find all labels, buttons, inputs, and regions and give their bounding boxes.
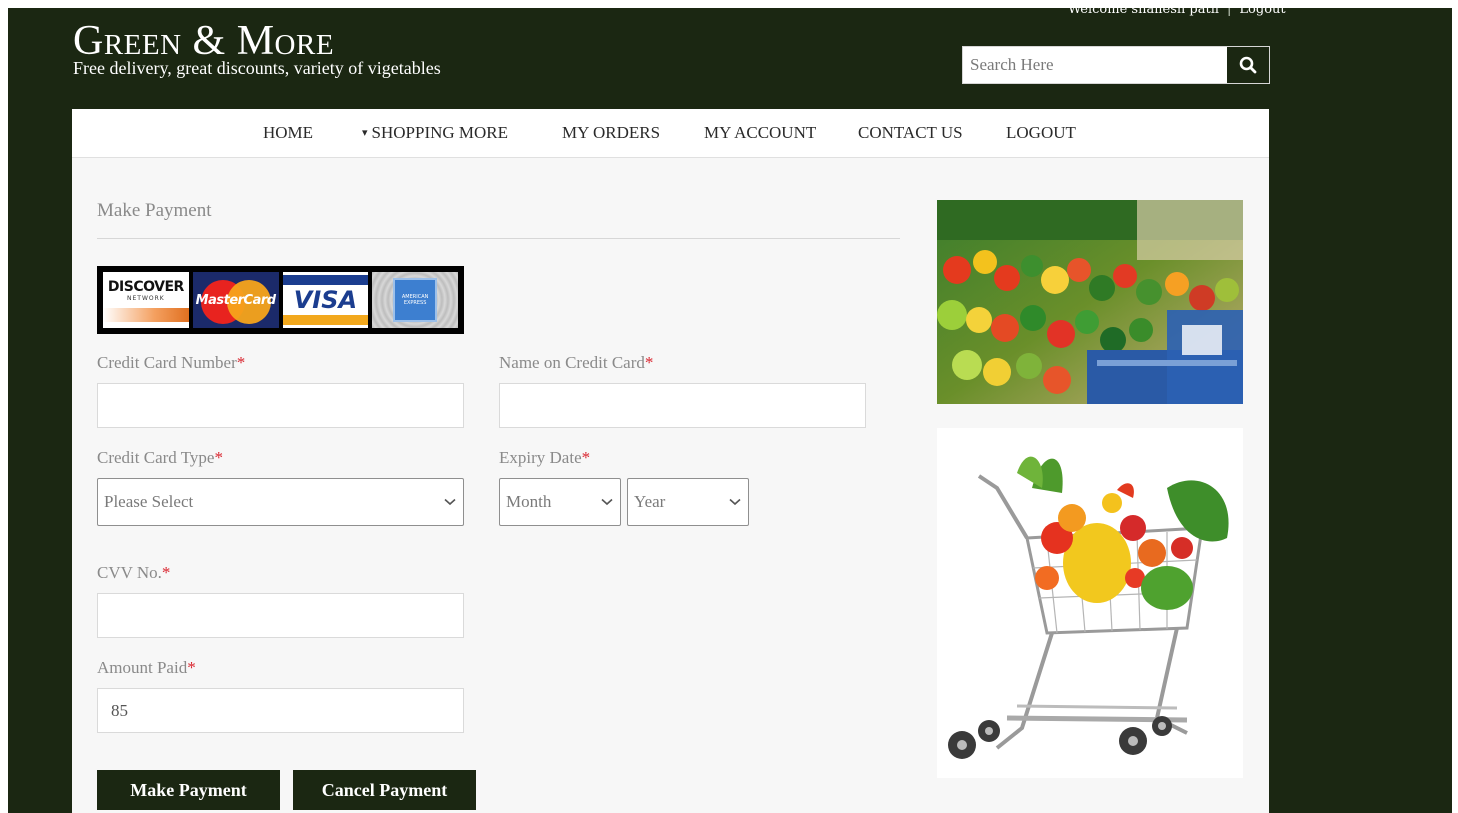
card-type-select-value: Please Select: [104, 492, 194, 511]
discover-network-text: NETWORK: [127, 294, 165, 302]
accepted-cards-logo: DISCOVER NETWORK MasterCard VISA AMERICA…: [97, 266, 464, 334]
required-marker: *: [187, 658, 196, 677]
amount-paid-input[interactable]: [97, 688, 464, 733]
nav-my-orders[interactable]: MY ORDERS: [562, 123, 660, 143]
card-type-label-text: Credit Card Type: [97, 448, 215, 467]
amount-paid-label-text: Amount Paid: [97, 658, 188, 677]
nav-home[interactable]: HOME: [263, 123, 313, 143]
required-marker: *: [236, 353, 246, 372]
mastercard-logo: MasterCard: [192, 272, 279, 328]
visa-logo-text: VISA: [293, 286, 358, 314]
required-marker: *: [214, 448, 223, 467]
nav-shopping-more[interactable]: ▾ SHOPPING MORE: [362, 123, 508, 143]
header-logout-link[interactable]: Logout: [1239, 8, 1285, 17]
amex-logo: AMERICAN EXPRESS: [372, 272, 458, 328]
dropdown-caret-icon: ▾: [362, 127, 368, 139]
cvv-label: CVV No.*: [97, 563, 170, 583]
payment-content: Make Payment DISCOVER NETWORK MasterCard…: [72, 158, 1269, 813]
required-marker: *: [581, 448, 591, 467]
site-logo[interactable]: Green & More: [73, 20, 334, 62]
search-input[interactable]: [963, 47, 1227, 83]
page-frame: Welcome shailesh patil | Logout Green & Mo…: [8, 8, 1452, 813]
welcome-text: Welcome shailesh patil: [1068, 8, 1220, 17]
nav-my-account[interactable]: MY ACCOUNT: [704, 123, 816, 143]
title-divider: [97, 238, 900, 239]
discover-logo: DISCOVER NETWORK: [103, 272, 189, 328]
main-nav: HOME ▾ SHOPPING MORE MY ORDERS MY ACCOUNT…: [72, 109, 1269, 158]
expiry-year-value: Year: [634, 492, 666, 511]
amount-paid-label: Amount Paid*: [97, 658, 196, 678]
card-number-label: Credit Card Number*: [97, 353, 245, 373]
expiry-year-select[interactable]: Year: [627, 478, 749, 526]
visa-top-band: [282, 275, 369, 285]
search-box: [962, 46, 1270, 84]
expiry-date-label-text: Expiry Date: [499, 448, 582, 467]
card-type-label: Credit Card Type*: [97, 448, 223, 468]
welcome-bar: Welcome shailesh patil | Logout: [1068, 8, 1286, 17]
required-marker: *: [644, 353, 654, 372]
name-on-card-input[interactable]: [499, 383, 866, 428]
cvv-input[interactable]: [97, 593, 464, 638]
grocery-cart-image: [937, 428, 1243, 778]
name-on-card-label: Name on Credit Card*: [499, 353, 653, 373]
nav-shopping-more-label: SHOPPING MORE: [371, 123, 509, 142]
card-type-select[interactable]: Please Select: [97, 478, 464, 526]
cancel-payment-button[interactable]: Cancel Payment: [293, 770, 476, 810]
vegetable-market-image: [937, 200, 1243, 404]
nav-contact-us[interactable]: CONTACT US: [858, 123, 963, 143]
discover-band: [103, 307, 189, 322]
card-number-input[interactable]: [97, 383, 464, 428]
chevron-down-icon: [728, 495, 742, 509]
required-marker: *: [161, 563, 171, 582]
chevron-down-icon: [443, 495, 457, 509]
search-icon: [1239, 56, 1257, 74]
discover-logo-text: DISCOVER: [107, 278, 184, 295]
cvv-label-text: CVV No.: [97, 563, 162, 582]
vegetable-market-illustration: [937, 200, 1243, 404]
site-tagline: Free delivery, great discounts, variety …: [73, 58, 441, 78]
expiry-month-select[interactable]: Month: [499, 478, 621, 526]
card-number-label-text: Credit Card Number: [97, 353, 237, 372]
nav-logout[interactable]: LOGOUT: [1006, 123, 1076, 143]
grocery-cart-illustration: [948, 456, 1229, 759]
expiry-month-value: Month: [506, 492, 552, 511]
visa-bottom-band: [282, 315, 369, 325]
chevron-down-icon: [600, 495, 614, 509]
search-button[interactable]: [1227, 47, 1269, 83]
make-payment-button[interactable]: Make Payment: [97, 770, 280, 810]
page-title: Make Payment: [97, 200, 212, 221]
name-on-card-label-text: Name on Credit Card: [499, 353, 645, 372]
expiry-date-label: Expiry Date*: [499, 448, 590, 468]
amex-logo-text: AMERICAN EXPRESS: [401, 294, 429, 306]
mastercard-logo-text: MasterCard: [195, 292, 276, 308]
welcome-separator: |: [1227, 8, 1232, 17]
visa-logo: VISA: [282, 272, 369, 328]
amex-box: AMERICAN EXPRESS: [393, 278, 438, 322]
